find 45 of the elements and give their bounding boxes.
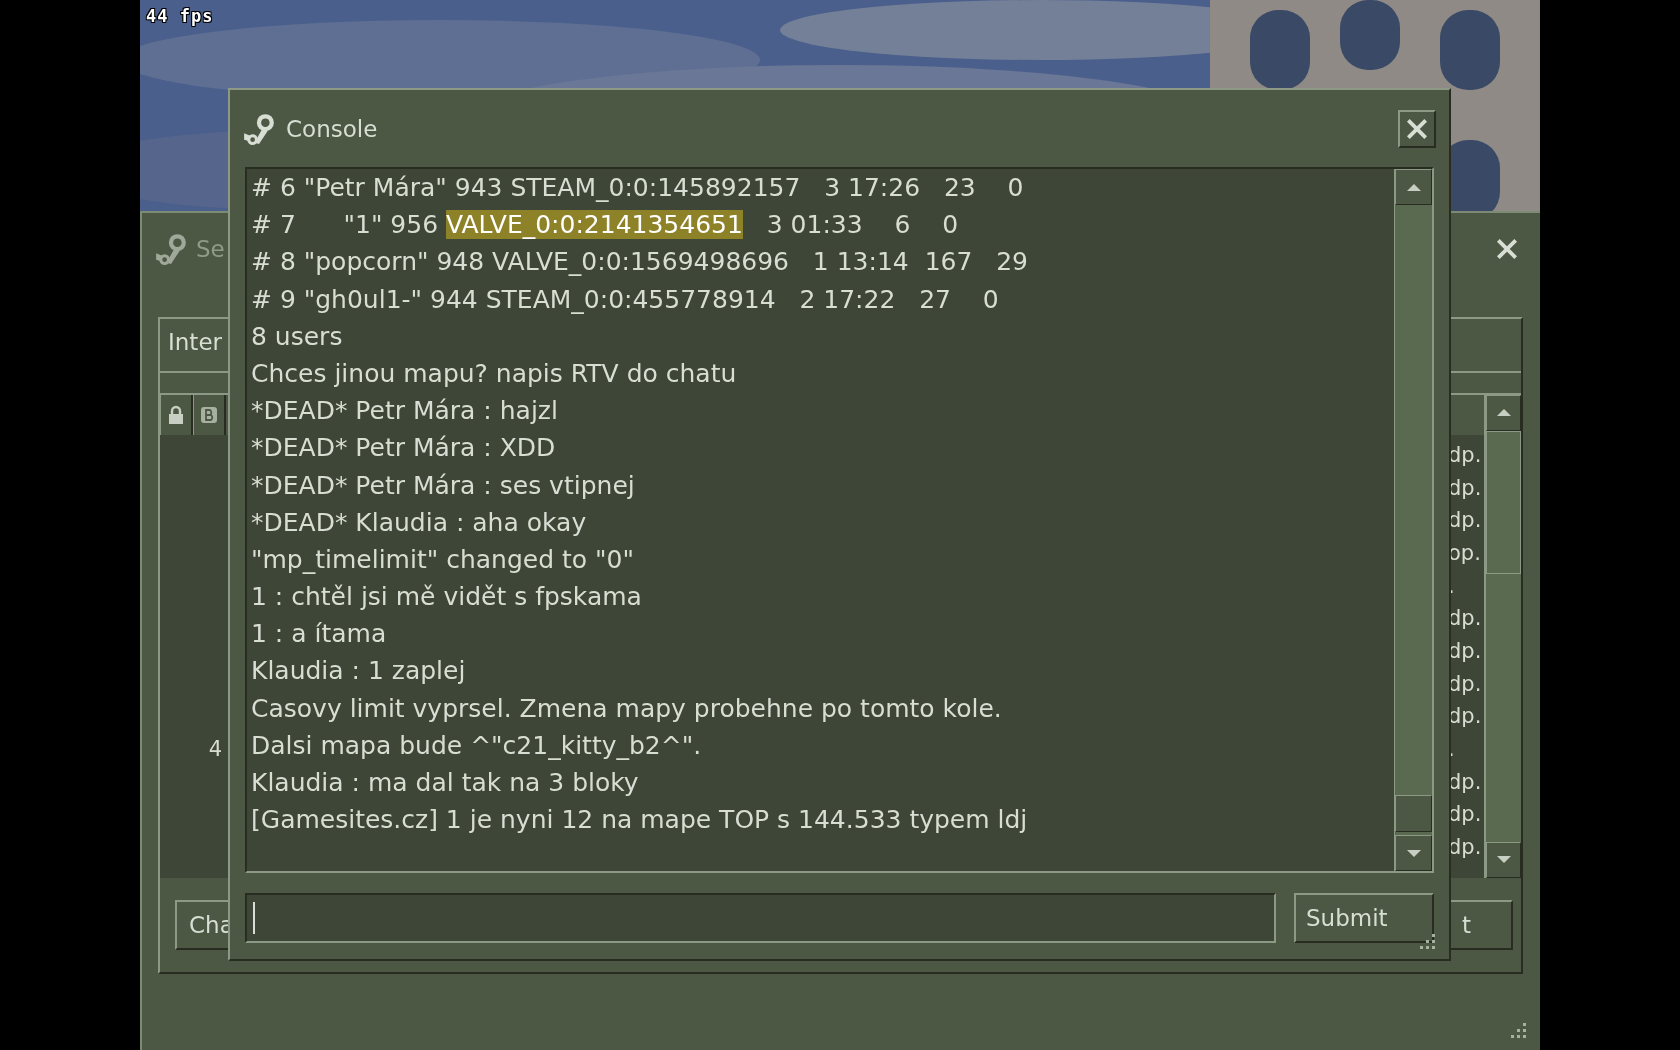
console-line: 1 : chtěl jsi mě vidět s fpskama [251, 581, 643, 614]
console-line: *DEAD* Petr Mára : XDD [251, 432, 557, 465]
down-arrow-icon [1496, 856, 1511, 864]
scroll-down-button[interactable] [1486, 841, 1521, 878]
scrollbar[interactable] [1484, 394, 1521, 878]
scrollbar[interactable] [1394, 169, 1432, 871]
console-line: # 7 "1" 956 VALVE_0:0:2141354651 3 01:33 6 0 [251, 209, 960, 242]
resize-grip-icon[interactable] [1509, 1021, 1528, 1040]
close-button[interactable] [1398, 109, 1436, 148]
scrollbar-thumb[interactable] [1395, 795, 1432, 832]
console-line: "mp_timelimit" changed to "0" [251, 543, 635, 576]
submit-button[interactable]: Submit [1294, 893, 1434, 943]
console-line: # 8 "popcorn" 948 VALVE_0:0:1569498696 1 13:14 167 29 [251, 246, 1029, 279]
down-arrow-icon [1406, 849, 1421, 857]
b-letter-icon [199, 404, 219, 425]
scroll-up-button[interactable] [1395, 169, 1432, 205]
console-line: Klaudia : 1 zaplej [251, 655, 467, 688]
console-line: *DEAD* Petr Mára : ses vtipnej [251, 469, 636, 502]
command-field[interactable] [245, 893, 1276, 943]
steam-icon [154, 232, 188, 266]
column-header[interactable] [193, 394, 226, 435]
scroll-down-button[interactable] [1395, 835, 1432, 871]
fps-counter: 44 fps [146, 6, 214, 26]
scrollbar-thumb[interactable] [1486, 430, 1521, 574]
console-line: *DEAD* Petr Mára : hajzl [251, 395, 559, 428]
steam-icon [242, 111, 276, 146]
console-line: Casovy limit vyprsel. Zmena mapy probehne po tomto kole. [251, 692, 1003, 725]
console-line: # 9 "gh0ul1-" 944 STEAM_0:0:455778914 2 17:22 27 0 [251, 283, 1000, 316]
console-line: *DEAD* Klaudia : aha okay [251, 506, 588, 539]
window-title: Se [196, 236, 225, 262]
up-arrow-icon [1406, 183, 1421, 191]
console-line: 1 : a ítama [251, 618, 388, 651]
console-line: Klaudia : ma dal tak na 3 bloky [251, 767, 640, 799]
text-cursor [253, 902, 255, 934]
resize-grip-icon[interactable] [1418, 932, 1437, 951]
up-arrow-icon [1496, 409, 1511, 416]
column-header[interactable] [160, 394, 193, 435]
window-title: Console [286, 115, 378, 142]
console-line: Dalsi mapa bude ^"c21_kitty_b2^". [251, 729, 703, 762]
close-icon [1494, 236, 1520, 262]
scroll-up-button[interactable] [1486, 394, 1521, 431]
table-cell: 4 [208, 737, 222, 762]
lock-icon [166, 404, 186, 425]
console-line: # 6 "Petr Mára" 943 STEAM_0:0:145892157 3 17:26 23 0 [251, 172, 1025, 204]
console-line: [Gamesites.cz] 1 je nyni 12 na mape TOP s 144.533 typem ldj [251, 804, 1029, 837]
